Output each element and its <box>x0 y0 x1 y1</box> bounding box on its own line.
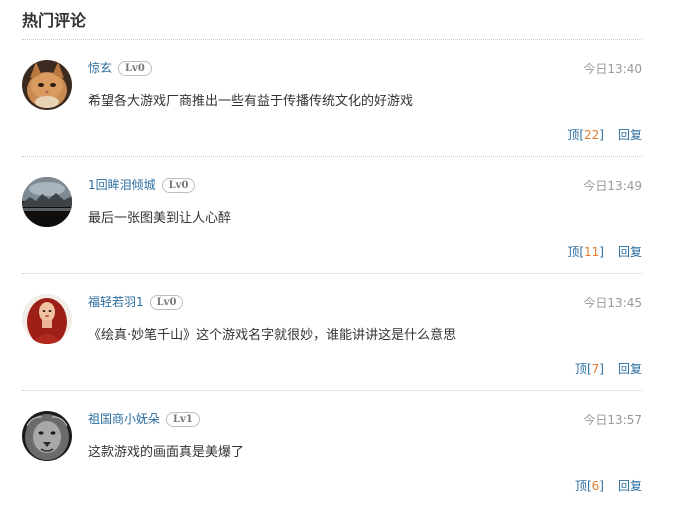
comment-timestamp: 今日13:45 <box>583 296 642 310</box>
username-text[interactable]: 惊玄 <box>88 61 112 75</box>
level-badge: Lv0 <box>161 178 196 193</box>
upvote-button[interactable]: 顶[7] <box>575 362 604 376</box>
upvote-label[interactable]: 顶 <box>575 362 587 376</box>
comment-item: 祖国商小妩朵 Lv1 今日13:57 这款游戏的画面真是美爆了 顶[6] 回复 <box>22 391 642 508</box>
hot-comments-panel: 热门评论 惊玄 Lv0 今日13:40 希望各大游戏厂商推出一些有益于传播传统文化… <box>0 0 674 514</box>
comment-actions: 顶[22] 回复 <box>567 127 642 143</box>
comment-timestamp: 今日13:49 <box>583 179 642 193</box>
cat-avatar[interactable] <box>22 60 72 110</box>
username-text[interactable]: 福轻若羽1 <box>88 295 144 309</box>
level-badge: Lv1 <box>166 412 200 427</box>
comment-username[interactable]: 福轻若羽1 Lv0 <box>88 294 184 310</box>
upvote-count: 7 <box>591 362 600 376</box>
comment-text: 最后一张图美到让人心醉 <box>88 211 232 226</box>
comment-username[interactable]: 1回眸泪倾城 Lv0 <box>88 177 196 193</box>
comment-item: 惊玄 Lv0 今日13:40 希望各大游戏厂商推出一些有益于传播传统文化的好游戏 … <box>22 40 642 157</box>
reply-button[interactable]: 回复 <box>618 128 642 142</box>
lion-avatar[interactable] <box>22 411 72 461</box>
upvote-label[interactable]: 顶 <box>567 128 579 142</box>
comment-actions: 顶[11] 回复 <box>567 244 642 260</box>
redhair-avatar[interactable] <box>22 294 72 344</box>
upvote-button[interactable]: 顶[22] <box>567 128 604 142</box>
upvote-count: 22 <box>584 128 600 142</box>
upvote-count: 6 <box>591 479 600 493</box>
comment-username[interactable]: 惊玄 Lv0 <box>88 60 152 76</box>
comment-text: 这款游戏的画面真是美爆了 <box>88 445 245 460</box>
comment-timestamp: 今日13:57 <box>583 413 642 427</box>
level-badge: Lv0 <box>149 295 184 310</box>
comment-text: 《绘真·妙笔千山》这个游戏名字就很妙，谁能讲讲这是什么意思 <box>88 328 457 343</box>
comment-item: 1回眸泪倾城 Lv0 今日13:49 最后一张图美到让人心醉 顶[11] 回复 <box>22 157 642 274</box>
section-title: 热门评论 <box>22 11 87 30</box>
upvote-label[interactable]: 顶 <box>567 245 579 259</box>
username-text[interactable]: 1回眸泪倾城 <box>88 178 156 192</box>
upvote-count: 11 <box>584 245 600 259</box>
upvote-label[interactable]: 顶 <box>575 479 587 493</box>
username-text[interactable]: 祖国商小妩朵 <box>88 412 160 426</box>
reply-button[interactable]: 回复 <box>618 479 642 493</box>
comment-actions: 顶[7] 回复 <box>575 361 642 377</box>
comment-actions: 顶[6] 回复 <box>575 478 642 494</box>
reply-button[interactable]: 回复 <box>618 245 642 259</box>
reply-button[interactable]: 回复 <box>618 362 642 376</box>
level-badge: Lv0 <box>118 61 152 76</box>
comment-item: 福轻若羽1 Lv0 今日13:45 《绘真·妙笔千山》这个游戏名字就很妙，谁能讲讲… <box>22 274 642 391</box>
upvote-button[interactable]: 顶[6] <box>575 479 604 493</box>
upvote-button[interactable]: 顶[11] <box>567 245 604 259</box>
comment-timestamp: 今日13:40 <box>583 62 642 76</box>
landscape-avatar[interactable] <box>22 177 72 227</box>
comment-username[interactable]: 祖国商小妩朵 Lv1 <box>88 411 200 427</box>
comment-text: 希望各大游戏厂商推出一些有益于传播传统文化的好游戏 <box>88 94 414 109</box>
